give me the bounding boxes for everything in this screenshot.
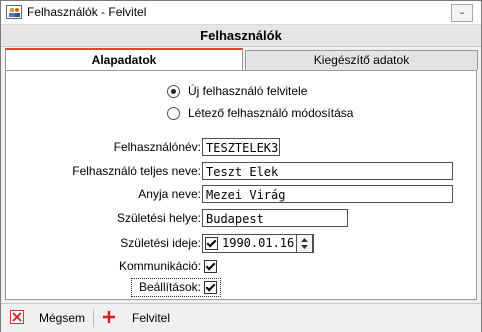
cancel-icon[interactable] bbox=[10, 310, 24, 324]
radio-button[interactable] bbox=[167, 106, 180, 120]
window-title: Felhasználók - Felvitel bbox=[27, 5, 147, 19]
birthdate-spinner[interactable] bbox=[296, 234, 313, 253]
tab-strip: Alapadatok Kiegészítő adatok bbox=[5, 48, 478, 72]
birthdate-enable-checkbox[interactable] bbox=[205, 237, 218, 250]
radio-modify-user[interactable]: Létező felhasználó módosítása bbox=[167, 105, 353, 121]
username-field[interactable]: TESZTELEK3 bbox=[202, 138, 280, 156]
communication-label: Kommunikáció: bbox=[118, 259, 201, 273]
fullname-field[interactable]: Teszt Elek bbox=[202, 162, 453, 180]
toolbar-separator bbox=[93, 309, 94, 327]
spin-arrows-icon bbox=[301, 238, 308, 249]
mother-name-label: Anyja neve: bbox=[138, 187, 201, 201]
birthdate-value[interactable]: 1990.01.16 bbox=[222, 236, 294, 250]
radio-modify-user-label: Létező felhasználó módosítása bbox=[188, 106, 354, 120]
add-button[interactable]: Felvitel bbox=[132, 311, 170, 325]
cancel-button[interactable]: Mégsem bbox=[39, 311, 85, 325]
radio-new-user-label: Új felhasználó felvitele bbox=[188, 84, 308, 98]
bottom-toolbar: Mégsem Felvitel bbox=[1, 303, 481, 332]
radio-new-user[interactable]: Új felhasználó felvitele bbox=[167, 83, 307, 99]
mother-name-field[interactable]: Mezei Virág bbox=[202, 185, 453, 203]
users-app-icon bbox=[6, 5, 22, 19]
minimize-icon: – bbox=[459, 6, 465, 19]
window: Felhasználók - Felvitel – Felhasználók A… bbox=[0, 0, 482, 332]
tab-panel: Új felhasználó felvitele Létező felhaszn… bbox=[5, 70, 477, 300]
title-bar: Felhasználók - Felvitel – bbox=[1, 1, 481, 25]
minimize-button[interactable]: – bbox=[451, 4, 473, 22]
tab-kiegeszito-adatok[interactable]: Kiegészítő adatok bbox=[245, 50, 478, 70]
username-label: Felhasználónév: bbox=[113, 140, 201, 154]
add-icon[interactable] bbox=[102, 310, 116, 324]
communication-checkbox[interactable] bbox=[204, 260, 217, 273]
birthdate-label: Születési ideje: bbox=[120, 236, 201, 250]
birthplace-field[interactable]: Budapest bbox=[202, 209, 348, 227]
focus-indicator bbox=[131, 278, 221, 297]
fullname-label: Felhasználó teljes neve: bbox=[72, 164, 201, 178]
birthplace-label: Születési helye: bbox=[116, 211, 201, 225]
radio-button[interactable] bbox=[167, 84, 180, 98]
tab-alapadatok[interactable]: Alapadatok bbox=[5, 48, 243, 72]
page-title: Felhasználók bbox=[1, 25, 481, 47]
